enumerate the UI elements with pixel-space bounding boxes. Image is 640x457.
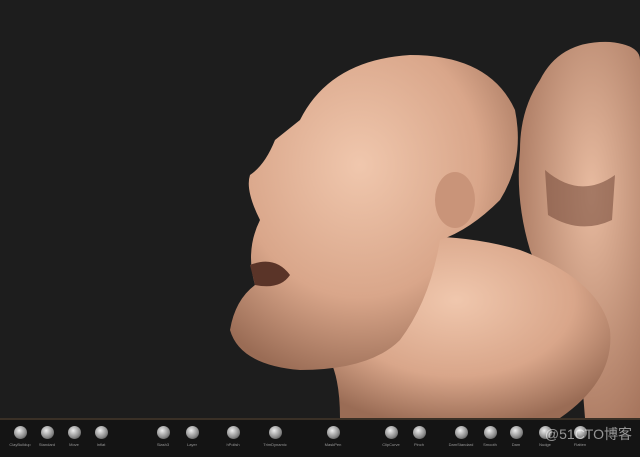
brush-button[interactable]: Inflat [81, 426, 121, 447]
sculpt-model [230, 41, 640, 418]
brush-label: hPolish [226, 442, 240, 447]
mask-brush-icon [326, 426, 340, 439]
sphere-brush-icon [509, 426, 523, 439]
brush-label: Pinch [413, 442, 424, 447]
sphere-brush-icon [40, 426, 54, 439]
sphere-brush-icon [94, 426, 108, 439]
sphere-brush-icon [454, 426, 468, 439]
sphere-brush-icon [226, 426, 240, 439]
brush-button[interactable]: Layer [172, 426, 212, 447]
brush-label: TrimDynamic [263, 442, 287, 447]
brush-button[interactable]: hPolish [213, 426, 253, 447]
sphere-brush-icon [483, 426, 497, 439]
sphere-brush-icon [384, 426, 398, 439]
brush-button[interactable]: TrimDynamic [255, 426, 295, 447]
sphere-brush-icon [13, 426, 27, 439]
brush-label: Inflat [96, 442, 106, 447]
sphere-brush-icon [67, 426, 81, 439]
3d-viewport[interactable] [0, 0, 640, 418]
sphere-brush-icon [268, 426, 282, 439]
brush-label: Layer [186, 442, 197, 447]
sphere-brush-icon [185, 426, 199, 439]
sphere-brush-icon [412, 426, 426, 439]
brush-button[interactable]: Pinch [399, 426, 439, 447]
watermark: @51CTO博客 [544, 426, 632, 442]
sphere-brush-icon [156, 426, 170, 439]
brush-label: MaskPen [324, 442, 342, 447]
brush-button[interactable]: MaskPen [313, 426, 353, 447]
